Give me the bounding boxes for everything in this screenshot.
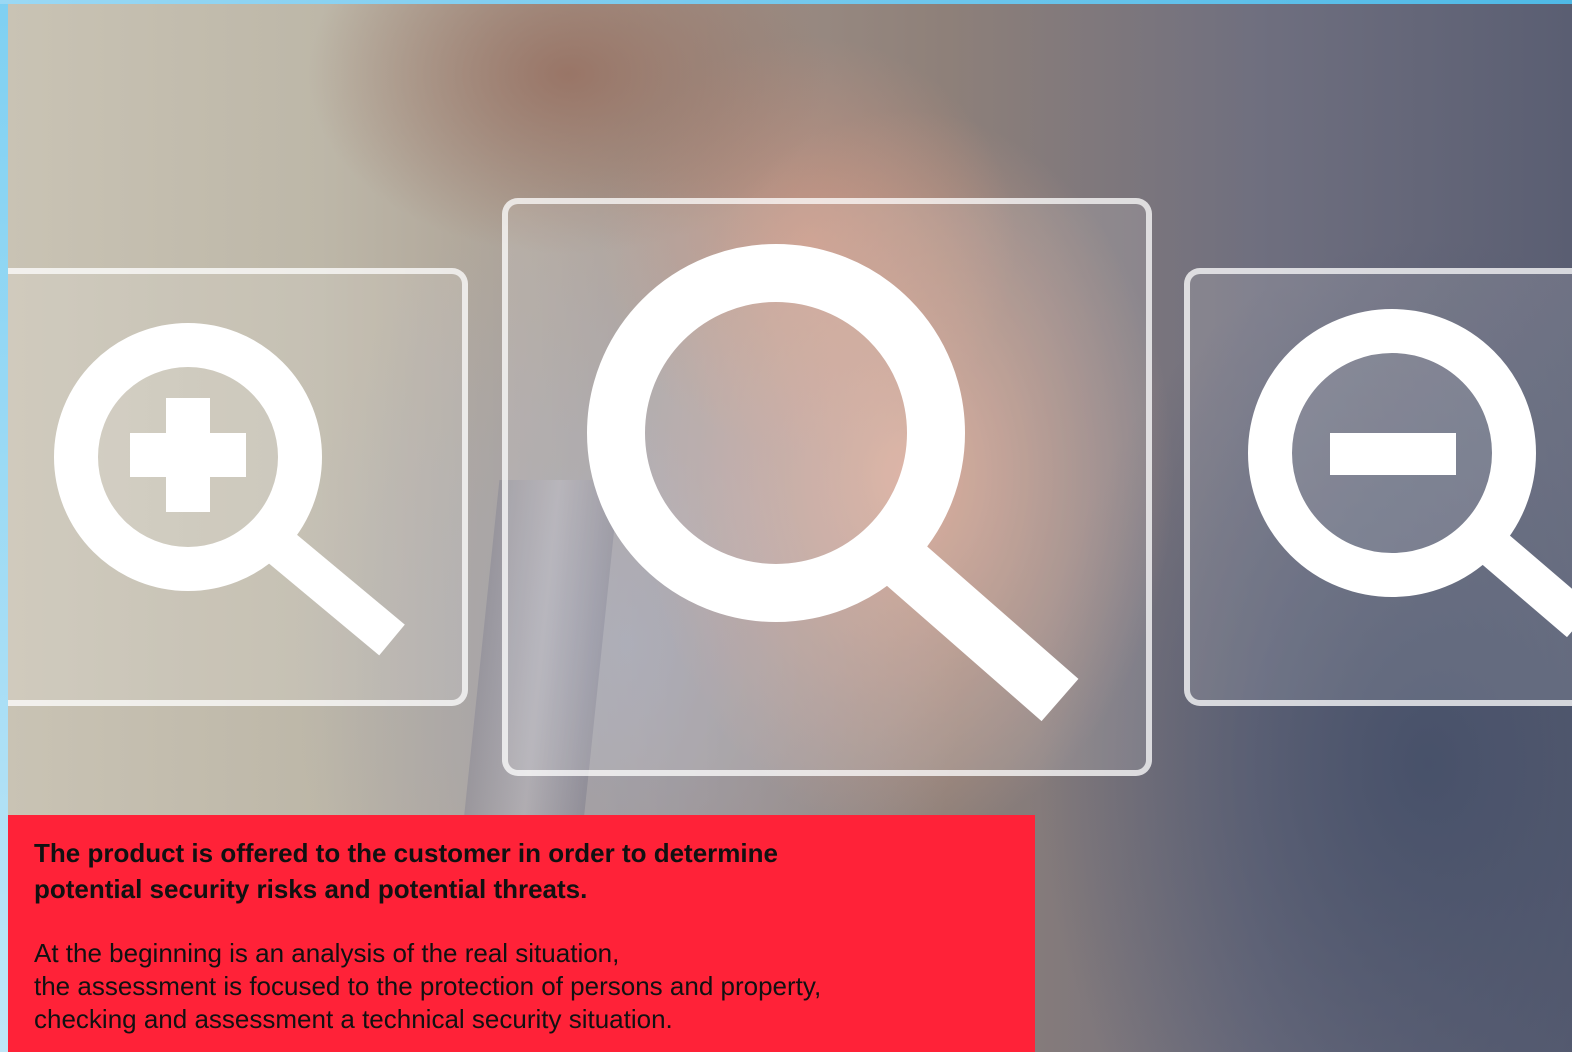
info-headline: The product is offered to the customer i… xyxy=(34,835,1011,907)
frame-left-border xyxy=(0,0,8,1052)
headline-line: The product is offered to the customer i… xyxy=(34,838,778,868)
body-line: At the beginning is an analysis of the r… xyxy=(34,938,620,968)
body-line: the assessment is focused to the protect… xyxy=(34,971,822,1001)
body-line: checking and assessment a technical secu… xyxy=(34,1004,673,1034)
page: The product is offered to the customer i… xyxy=(0,0,1572,1052)
search-icon xyxy=(587,244,1079,722)
zoom-in-icon xyxy=(54,323,405,656)
info-body: At the beginning is an analysis of the r… xyxy=(34,937,1011,1036)
frame-top-border xyxy=(0,0,1572,4)
headline-line: potential security risks and potential t… xyxy=(34,874,588,904)
zoom-out-icon xyxy=(1248,309,1572,638)
info-box: The product is offered to the customer i… xyxy=(8,815,1035,1052)
